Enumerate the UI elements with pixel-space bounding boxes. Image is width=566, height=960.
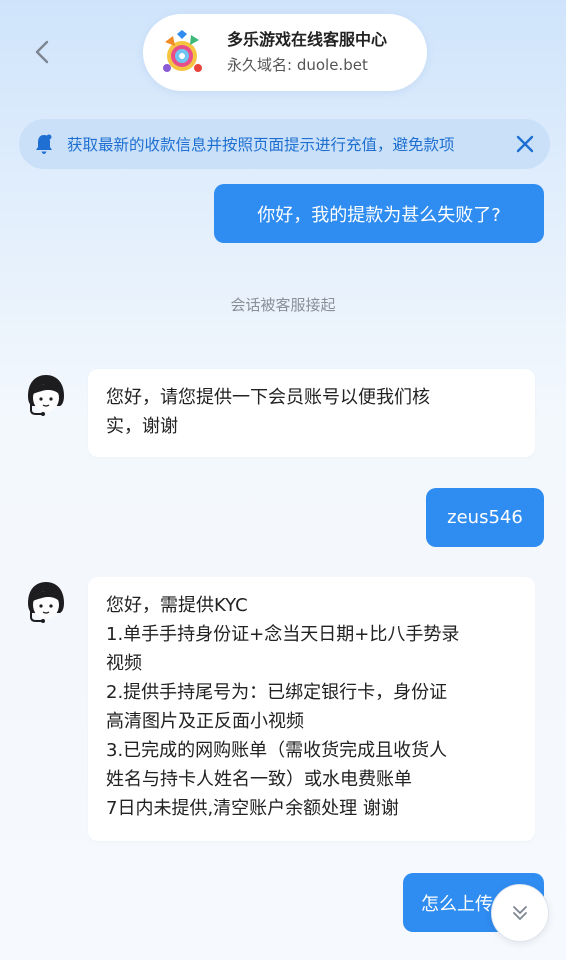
scroll-to-bottom-button[interactable] [491,884,549,942]
back-button[interactable] [28,38,56,66]
agent-message-line: 姓名与持卡人姓名一致）或水电费账单 [106,769,412,790]
agent-message-line: 您好，需提供KYC [106,595,248,616]
header-title: 多乐游戏在线客服中心 [227,29,388,49]
close-icon[interactable] [514,133,536,155]
agent-message-line: 高清图片及正反面小视频 [106,711,304,732]
agent-message-line: 1.单手手持身份证+念当天日期+比八手势录 [106,624,460,645]
agent-message: 您好，请您提供一下会员账号以便我们核 实，谢谢 [88,369,535,457]
agent-message-line: 2.提供手持尾号为：已绑定银行卡，身份证 [106,682,448,703]
chevron-left-icon [35,40,49,64]
header-card: 多乐游戏在线客服中心 永久域名: duole.bet [143,14,427,91]
agent-avatar [28,582,64,623]
agent-message-line: 7日内未提供,清空账户余额处理 谢谢 [106,798,399,819]
user-message: 你好，我的提款为甚么失败了? [214,184,544,243]
user-message-text: 怎么上传 [421,893,493,915]
user-message: zeus546 [426,488,544,547]
agent-avatar [28,375,64,416]
agent-message-line: 视频 [106,653,142,674]
system-message: 会话被客服接起 [230,296,336,314]
notice-text: 获取最新的收款信息并按照页面提示进行充值，避免款项 [67,136,455,154]
agent-message: 您好，需提供KYC 1.单手手持身份证+念当天日期+比八手势录 视频 2.提供手… [88,577,535,841]
agent-message-line: 实，谢谢 [106,416,178,437]
user-message-text: zeus546 [447,507,523,528]
user-message-text: 你好，我的提款为甚么失败了? [257,204,501,226]
bell-icon [36,134,52,154]
notice-banner: 获取最新的收款信息并按照页面提示进行充值，避免款项 [19,119,550,169]
game-logo-icon [163,29,202,72]
double-chevron-down-icon [513,906,527,920]
agent-message-line: 3.已完成的网购账单（需收货完成且收货人 [106,740,448,761]
header-domain: 永久域名: duole.bet [227,55,368,74]
agent-message-line: 您好，请您提供一下会员账号以便我们核 [106,387,430,408]
